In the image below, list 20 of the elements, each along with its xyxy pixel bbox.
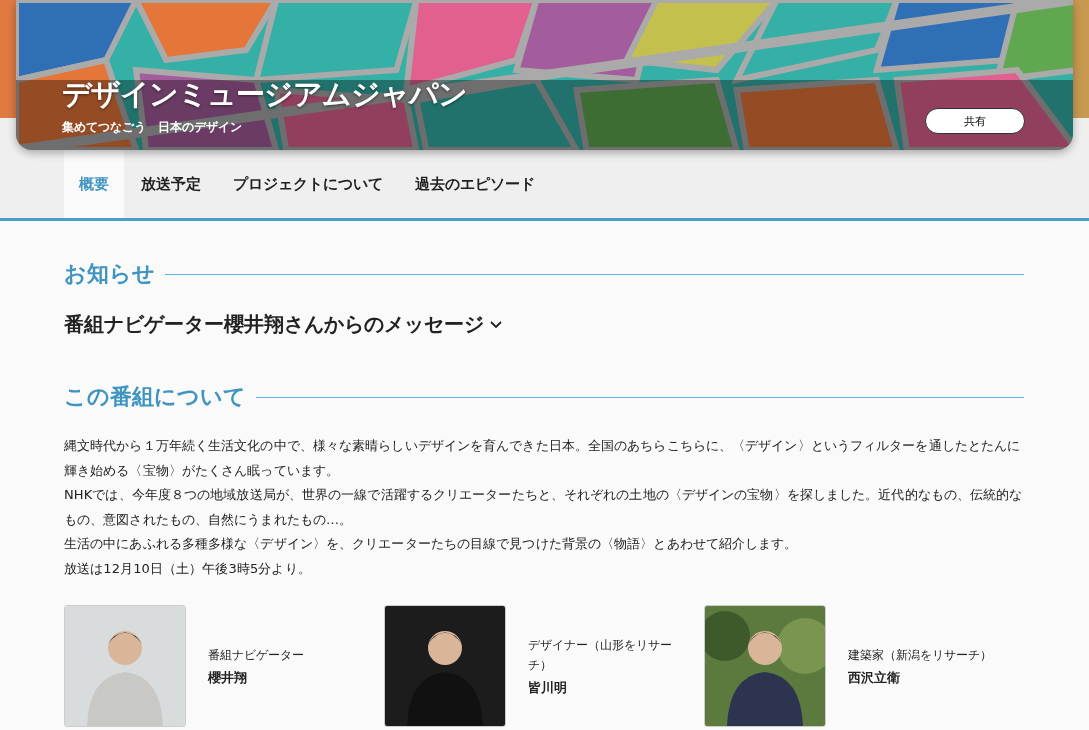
person-role: デザイナー（山形をリサーチ） bbox=[528, 637, 673, 674]
person-role: 番組ナビゲーター bbox=[208, 647, 305, 664]
tab[interactable]: 過去のエピソード bbox=[400, 150, 550, 218]
tab[interactable]: プロジェクトについて bbox=[218, 150, 398, 218]
person-name: 櫻井翔 bbox=[208, 669, 248, 687]
chevron-icon bbox=[490, 320, 502, 329]
site-title: デザインミュージアムジャパン bbox=[62, 76, 467, 113]
tab[interactable]: 放送予定 bbox=[126, 150, 216, 218]
notice-toggle[interactable]: 番組ナビゲーター櫻井翔さんからのメッセージ bbox=[64, 311, 502, 338]
description-text: 縄文時代から１万年続く生活文化の中で、様々な素晴らしいデザインを育んできた日本。全国のあちらこちらに、〈デザイン〉というフィルターを通したとたんに輝き始める〈宝物〉がたくさん眠っています。 bbox=[64, 437, 1022, 480]
share-button[interactable]: 共有 bbox=[925, 108, 1025, 134]
description-text: 放送は12月10日（土）午後3時5分より。 bbox=[64, 559, 312, 578]
person-name: 西沢立衛 bbox=[848, 669, 901, 687]
site-subtitle: 集めてつなごう 日本のデザイン bbox=[62, 119, 243, 136]
section-heading: この番組について bbox=[64, 383, 246, 411]
person-name: 皆川明 bbox=[528, 679, 568, 697]
section-heading: お知らせ bbox=[64, 260, 155, 288]
description-text: 生活の中にあふれる多種多様な〈デザイン〉を、クリエーターたちの目線で見つけた背景の〈物語〉とあわせて紹介します。 bbox=[64, 535, 799, 553]
description-text: NHKでは、今年度８つの地域放送局が、世界の一線で活躍するクリエーターたちと、それぞれの土地の〈デザインの宝物〉を探しました。近代的なもの、伝統的なもの、意図されたもの、自然にうまれたもの…。 bbox=[64, 486, 1024, 529]
person-role: 建築家（新潟をリサーチ） bbox=[848, 647, 993, 664]
